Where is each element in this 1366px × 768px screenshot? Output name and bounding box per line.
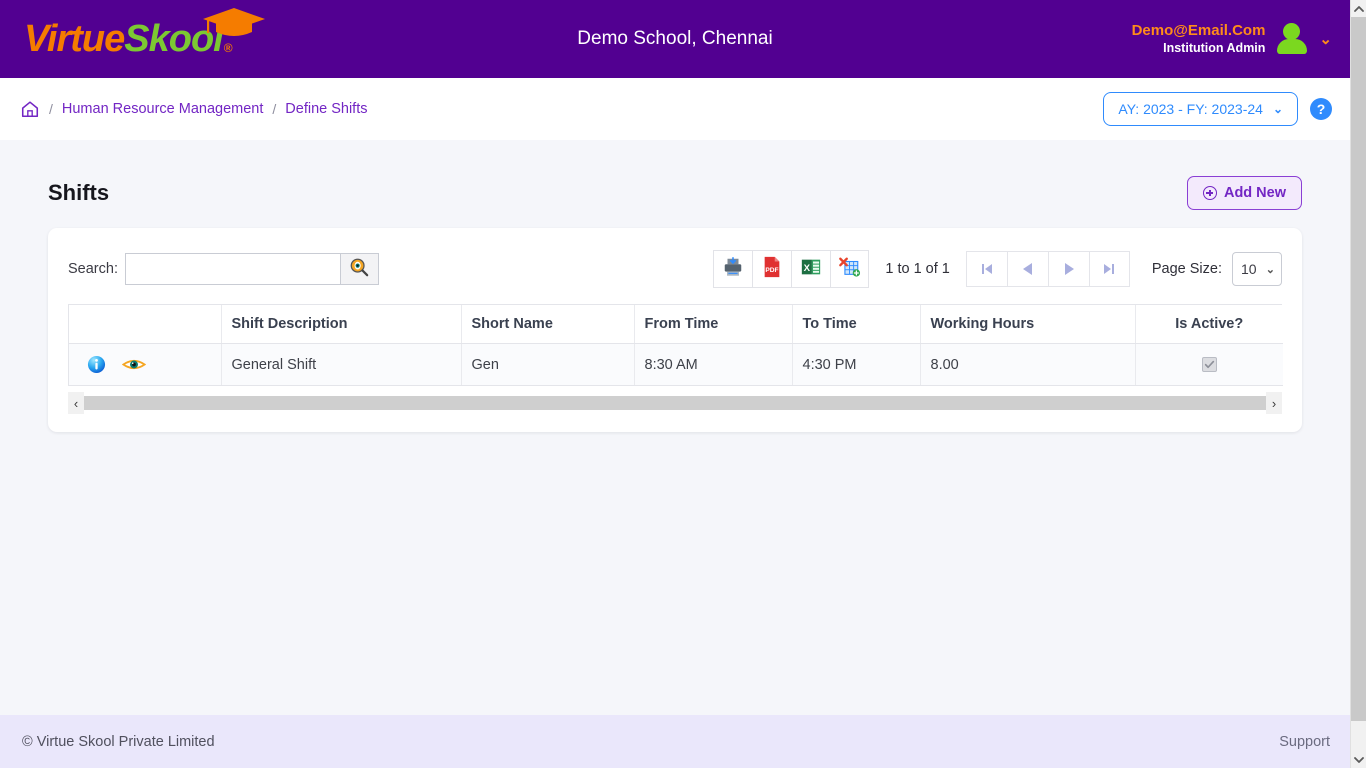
excel-file-icon: X bbox=[800, 256, 822, 283]
user-role: Institution Admin bbox=[1163, 40, 1266, 55]
app-footer: © Virtue Skool Private Limited Support bbox=[0, 715, 1350, 768]
last-page-button[interactable] bbox=[1088, 251, 1130, 287]
next-page-button[interactable] bbox=[1047, 251, 1089, 287]
app-logo[interactable]: VirtueSkool ® bbox=[24, 8, 265, 60]
browser-vertical-scrollbar[interactable] bbox=[1350, 0, 1366, 768]
xml-grid-icon bbox=[838, 256, 861, 283]
printer-icon bbox=[722, 256, 744, 283]
table-row: General Shift Gen 8:30 AM 4:30 PM 8.00 bbox=[69, 343, 1283, 386]
table-header-row: Shift Description Short Name From Time T… bbox=[69, 305, 1283, 344]
scroll-right-arrow-icon[interactable]: › bbox=[1266, 392, 1282, 414]
column-header-from-time[interactable]: From Time bbox=[634, 305, 793, 344]
page-header: Shifts Add New bbox=[20, 140, 1330, 228]
eye-icon[interactable] bbox=[122, 356, 146, 373]
search-label: Search: bbox=[68, 261, 118, 277]
breadcrumb-bar: / Human Resource Management / Define Shi… bbox=[0, 78, 1350, 140]
chevron-down-icon: ⌄ bbox=[1272, 102, 1283, 116]
app-page: VirtueSkool ® Demo School, Chennai Demo@… bbox=[0, 0, 1350, 768]
column-header-is-active[interactable]: Is Active? bbox=[1135, 305, 1283, 344]
breadcrumb-right-controls: AY: 2023 - FY: 2023-24 ⌄ ? bbox=[1103, 92, 1332, 126]
add-new-button[interactable]: Add New bbox=[1186, 176, 1302, 210]
main-content: Shifts Add New Search: PDF X 1 to 1 of 1… bbox=[0, 140, 1350, 715]
first-page-button[interactable] bbox=[965, 251, 1007, 287]
svg-text:X: X bbox=[804, 263, 811, 274]
user-menu-chevron-down-icon[interactable]: ⌄ bbox=[1319, 32, 1332, 47]
column-header-shift-description[interactable]: Shift Description bbox=[221, 305, 462, 344]
app-header: VirtueSkool ® Demo School, Chennai Demo@… bbox=[0, 0, 1350, 78]
shifts-table-wrap: Shift Description Short Name From Time T… bbox=[68, 304, 1283, 386]
excel-export-button[interactable]: X bbox=[791, 250, 831, 288]
breadcrumb-item-hrm[interactable]: Human Resource Management bbox=[62, 101, 264, 117]
cell-to-time: 4:30 PM bbox=[792, 343, 921, 386]
search-button[interactable] bbox=[339, 253, 379, 285]
chevron-down-icon: ⌄ bbox=[1265, 263, 1275, 276]
export-buttons: PDF X bbox=[713, 250, 870, 288]
shifts-table: Shift Description Short Name From Time T… bbox=[69, 305, 1283, 386]
record-range-text: 1 to 1 of 1 bbox=[885, 261, 950, 277]
avatar-body bbox=[1277, 39, 1308, 54]
page-title: Shifts bbox=[48, 180, 110, 205]
scroll-track[interactable] bbox=[84, 396, 1266, 410]
search-input[interactable] bbox=[124, 253, 340, 285]
toolbar-right: PDF X 1 to 1 of 1 Page Size: 10 ⌄ bbox=[713, 250, 1282, 288]
user-email: Demo@Email.Com bbox=[1131, 21, 1266, 39]
scroll-left-arrow-icon[interactable]: ‹ bbox=[68, 392, 84, 414]
academic-year-selector[interactable]: AY: 2023 - FY: 2023-24 ⌄ bbox=[1103, 92, 1298, 126]
magnifier-icon bbox=[349, 257, 369, 282]
cell-from-time: 8:30 AM bbox=[634, 343, 793, 386]
breadcrumb-separator-1: / bbox=[49, 101, 53, 117]
scroll-down-arrow-icon[interactable] bbox=[1351, 751, 1366, 768]
breadcrumb-separator-2: / bbox=[272, 101, 277, 117]
shifts-card: Search: PDF X 1 to 1 of 1 Page Size: 10 … bbox=[48, 228, 1302, 432]
home-icon[interactable] bbox=[20, 99, 40, 119]
cell-is-active bbox=[1135, 343, 1283, 386]
column-header-short-name[interactable]: Short Name bbox=[461, 305, 635, 344]
pdf-export-button[interactable]: PDF bbox=[752, 250, 792, 288]
page-size-select[interactable]: 10 ⌄ bbox=[1232, 252, 1282, 286]
scroll-thumb[interactable] bbox=[1351, 17, 1366, 721]
pdf-file-icon: PDF bbox=[762, 256, 782, 283]
column-header-working-hours[interactable]: Working Hours bbox=[920, 305, 1136, 344]
avatar-head bbox=[1283, 23, 1301, 40]
copyright-text: © Virtue Skool Private Limited bbox=[22, 733, 215, 750]
add-new-button-label: Add New bbox=[1223, 185, 1286, 201]
prev-page-button[interactable] bbox=[1006, 251, 1048, 287]
page-size-value: 10 bbox=[1241, 261, 1257, 277]
prev-page-icon bbox=[1020, 261, 1036, 277]
table-horizontal-scrollbar[interactable]: ‹ › bbox=[68, 392, 1282, 414]
svg-text:PDF: PDF bbox=[766, 267, 779, 274]
next-page-icon bbox=[1061, 261, 1077, 277]
cell-shift-description: General Shift bbox=[221, 343, 462, 386]
info-icon[interactable] bbox=[87, 355, 106, 374]
xml-export-button[interactable] bbox=[830, 250, 870, 288]
logo-text-virtue: Virtue bbox=[24, 18, 125, 60]
help-icon[interactable]: ? bbox=[1310, 98, 1332, 120]
cell-working-hours: 8.00 bbox=[920, 343, 1136, 386]
search-area: Search: bbox=[68, 253, 379, 285]
scroll-up-arrow-icon[interactable] bbox=[1351, 0, 1366, 17]
academic-year-value: AY: 2023 - FY: 2023-24 bbox=[1118, 101, 1263, 117]
column-header-to-time[interactable]: To Time bbox=[792, 305, 921, 344]
browser-viewport: VirtueSkool ® Demo School, Chennai Demo@… bbox=[0, 0, 1366, 768]
page-size-label: Page Size: bbox=[1151, 261, 1222, 277]
breadcrumb: / Human Resource Management / Define Shi… bbox=[20, 99, 368, 119]
table-toolbar: Search: PDF X 1 to 1 of 1 Page Size: 10 … bbox=[68, 250, 1282, 304]
pagination-controls bbox=[965, 251, 1130, 287]
first-page-icon bbox=[980, 262, 994, 276]
column-header-actions[interactable] bbox=[69, 305, 222, 344]
user-info: Demo@Email.Com Institution Admin bbox=[1132, 22, 1266, 56]
print-export-button[interactable] bbox=[713, 250, 753, 288]
logo-registered-mark: ® bbox=[223, 41, 233, 55]
is-active-checkbox bbox=[1201, 357, 1217, 373]
support-link[interactable]: Support bbox=[1279, 734, 1330, 750]
row-actions-cell bbox=[69, 343, 222, 386]
last-page-icon bbox=[1102, 262, 1116, 276]
search-box bbox=[124, 253, 379, 285]
plus-circle-icon bbox=[1202, 186, 1217, 200]
breadcrumb-item-define-shifts[interactable]: Define Shifts bbox=[285, 101, 367, 117]
cell-short-name: Gen bbox=[461, 343, 635, 386]
user-account-area[interactable]: Demo@Email.Com Institution Admin ⌄ bbox=[1132, 22, 1332, 56]
avatar[interactable] bbox=[1277, 23, 1308, 55]
